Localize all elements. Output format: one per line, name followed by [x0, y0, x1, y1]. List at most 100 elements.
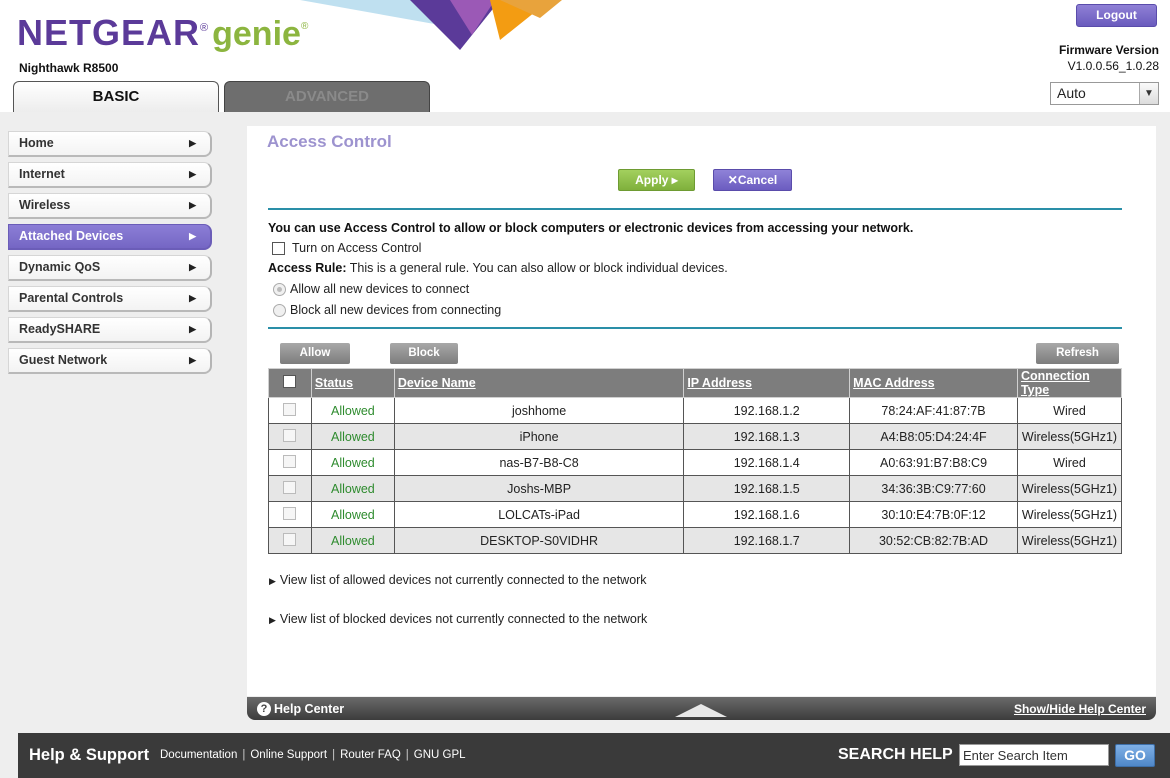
row-checkbox[interactable]	[283, 402, 297, 416]
sidebar-item-dynamic-qos[interactable]: Dynamic QoS ▶	[8, 255, 212, 281]
documentation-link[interactable]: Documentation	[160, 749, 237, 761]
access-control-checkbox[interactable]	[272, 241, 285, 255]
show-hide-help-center-link[interactable]: Show/Hide Help Center	[1014, 702, 1146, 716]
block-button[interactable]: Block	[390, 343, 458, 364]
select-all-checkbox[interactable]	[283, 375, 297, 388]
connection-type-cell: Wireless(5GHz1)	[1016, 501, 1123, 528]
sidebar-item-home[interactable]: Home ▶	[8, 131, 212, 157]
sidebar-item-guest-network[interactable]: Guest Network ▶	[8, 348, 212, 374]
row-checkbox[interactable]	[283, 454, 297, 468]
access-control-toggle-label: Turn on Access Control	[292, 241, 422, 255]
device-name-cell: nas-B7-B8-C8	[393, 449, 685, 476]
table-row[interactable]: Allowed nas-B7-B8-C8 192.168.1.4 A0:63:9…	[268, 449, 1123, 476]
sidebar-item-parental-controls[interactable]: Parental Controls ▶	[8, 286, 212, 312]
blocked-disconnected-expander[interactable]: ▶ View list of blocked devices not curren…	[269, 612, 647, 626]
allow-button[interactable]: Allow	[280, 343, 350, 364]
router-model: Nighthawk R8500	[19, 61, 119, 75]
cancel-label: Cancel	[737, 173, 778, 187]
mac-address-cell: 30:10:E4:7B:0F:12	[849, 501, 1018, 528]
go-button[interactable]: GO	[1115, 744, 1155, 767]
close-icon: ✕	[727, 173, 738, 187]
radio-block-new-devices[interactable]: Block all new devices from connecting	[273, 303, 501, 317]
chevron-right-icon: ▶	[189, 293, 196, 303]
cancel-button[interactable]: ✕Cancel	[713, 169, 792, 191]
row-select-cell[interactable]	[268, 397, 312, 424]
select-all-header[interactable]	[268, 368, 312, 398]
caret-right-icon: ▶	[269, 615, 276, 625]
row-checkbox[interactable]	[283, 428, 297, 442]
row-select-cell[interactable]	[268, 449, 312, 476]
logo-brand: NETGEAR	[17, 12, 201, 53]
tab-advanced[interactable]: ADVANCED	[224, 81, 430, 112]
ip-address-cell: 192.168.1.2	[683, 397, 851, 424]
radio-label: Allow all new devices to connect	[290, 282, 470, 296]
ip-address-cell: 192.168.1.5	[683, 475, 851, 502]
access-rule-heading: Access Rule:	[268, 261, 347, 275]
row-select-cell[interactable]	[268, 527, 312, 554]
mac-address-cell: A4:B8:05:D4:24:4F	[849, 423, 1018, 450]
table-row[interactable]: Allowed Joshs-MBP 192.168.1.5 34:36:3B:C…	[268, 475, 1123, 502]
logout-button[interactable]: Logout	[1076, 4, 1157, 27]
chevron-right-icon: ▶	[189, 169, 196, 179]
mac-address-cell: 34:36:3B:C9:77:60	[849, 475, 1018, 502]
column-header-status[interactable]: Status	[310, 368, 395, 398]
language-select[interactable]: Auto ▼	[1050, 82, 1159, 105]
footer-title: Help & Support	[29, 746, 150, 764]
status-cell: Allowed	[310, 423, 395, 450]
row-checkbox[interactable]	[283, 506, 297, 520]
help-center-label: Help Center	[274, 702, 345, 716]
column-header-ip-address[interactable]: IP Address	[683, 368, 851, 398]
expand-help-icon[interactable]	[675, 704, 727, 717]
table-row[interactable]: Allowed LOLCATs-iPad 192.168.1.6 30:10:E…	[268, 501, 1123, 528]
row-select-cell[interactable]	[268, 501, 312, 528]
sidebar-item-internet[interactable]: Internet ▶	[8, 162, 212, 188]
ip-address-cell: 192.168.1.3	[683, 423, 851, 450]
column-header-device-name[interactable]: Device Name	[393, 368, 685, 398]
row-checkbox[interactable]	[283, 480, 297, 494]
tab-basic[interactable]: BASIC	[13, 81, 219, 112]
caret-right-icon: ▶	[269, 576, 276, 586]
sidebar-item-readyshare[interactable]: ReadySHARE ▶	[8, 317, 212, 343]
table-row[interactable]: Allowed joshhome 192.168.1.2 78:24:AF:41…	[268, 397, 1123, 424]
logo-brand-mark: ®	[200, 22, 209, 34]
main-panel: Access Control Apply ▸ ✕Cancel You can u…	[247, 126, 1156, 696]
firmware-version-value: V1.0.0.56_1.0.28	[1067, 59, 1159, 73]
section-divider	[268, 327, 1122, 329]
radio-allow-new-devices[interactable]: Allow all new devices to connect	[273, 282, 469, 296]
mac-address-cell: A0:63:91:B7:B8:C9	[849, 449, 1018, 476]
apply-button[interactable]: Apply ▸	[618, 169, 695, 191]
ip-address-cell: 192.168.1.4	[683, 449, 851, 476]
row-select-cell[interactable]	[268, 475, 312, 502]
device-name-cell: DESKTOP-S0VIDHR	[393, 527, 685, 554]
chevron-down-icon[interactable]: ▼	[1139, 83, 1158, 104]
sidebar-item-label: Wireless	[19, 198, 71, 212]
sidebar-item-label: ReadySHARE	[19, 322, 101, 336]
refresh-button[interactable]: Refresh	[1036, 343, 1119, 364]
access-control-toggle-row[interactable]: Turn on Access Control	[272, 241, 421, 255]
chevron-right-icon: ▶	[189, 200, 196, 210]
row-checkbox[interactable]	[283, 532, 297, 546]
table-row[interactable]: Allowed DESKTOP-S0VIDHR 192.168.1.7 30:5…	[268, 527, 1123, 554]
language-select-value: Auto	[1057, 85, 1086, 101]
gnu-gpl-link[interactable]: GNU GPL	[414, 749, 466, 761]
row-select-cell[interactable]	[268, 423, 312, 450]
sidebar-item-label: Internet	[19, 167, 65, 181]
router-faq-link[interactable]: Router FAQ	[340, 749, 401, 761]
chevron-right-icon: ▶	[189, 262, 196, 272]
connection-type-cell: Wireless(5GHz1)	[1016, 423, 1123, 450]
device-name-cell: Joshs-MBP	[393, 475, 685, 502]
sidebar-item-wireless[interactable]: Wireless ▶	[8, 193, 212, 219]
mac-address-cell: 30:52:CB:82:7B:AD	[849, 527, 1018, 554]
header: NETGEAR ® genie ® Nighthawk R8500 Logout Fi…	[0, 0, 1170, 112]
column-header-mac-address[interactable]: MAC Address	[849, 368, 1018, 398]
allowed-disconnected-expander[interactable]: ▶ View list of allowed devices not curren…	[269, 573, 647, 587]
column-header-connection-type[interactable]: Connection Type	[1016, 368, 1123, 398]
online-support-link[interactable]: Online Support	[250, 749, 327, 761]
radio-button[interactable]	[273, 303, 286, 317]
radio-button-checked[interactable]	[273, 282, 286, 296]
sidebar-item-attached-devices[interactable]: Attached Devices ▶	[8, 224, 212, 250]
search-help-input[interactable]	[959, 744, 1109, 766]
table-row[interactable]: Allowed iPhone 192.168.1.3 A4:B8:05:D4:2…	[268, 423, 1123, 450]
netgear-genie-logo: NETGEAR ® genie ®	[17, 12, 308, 56]
link-separator: |	[242, 749, 246, 761]
